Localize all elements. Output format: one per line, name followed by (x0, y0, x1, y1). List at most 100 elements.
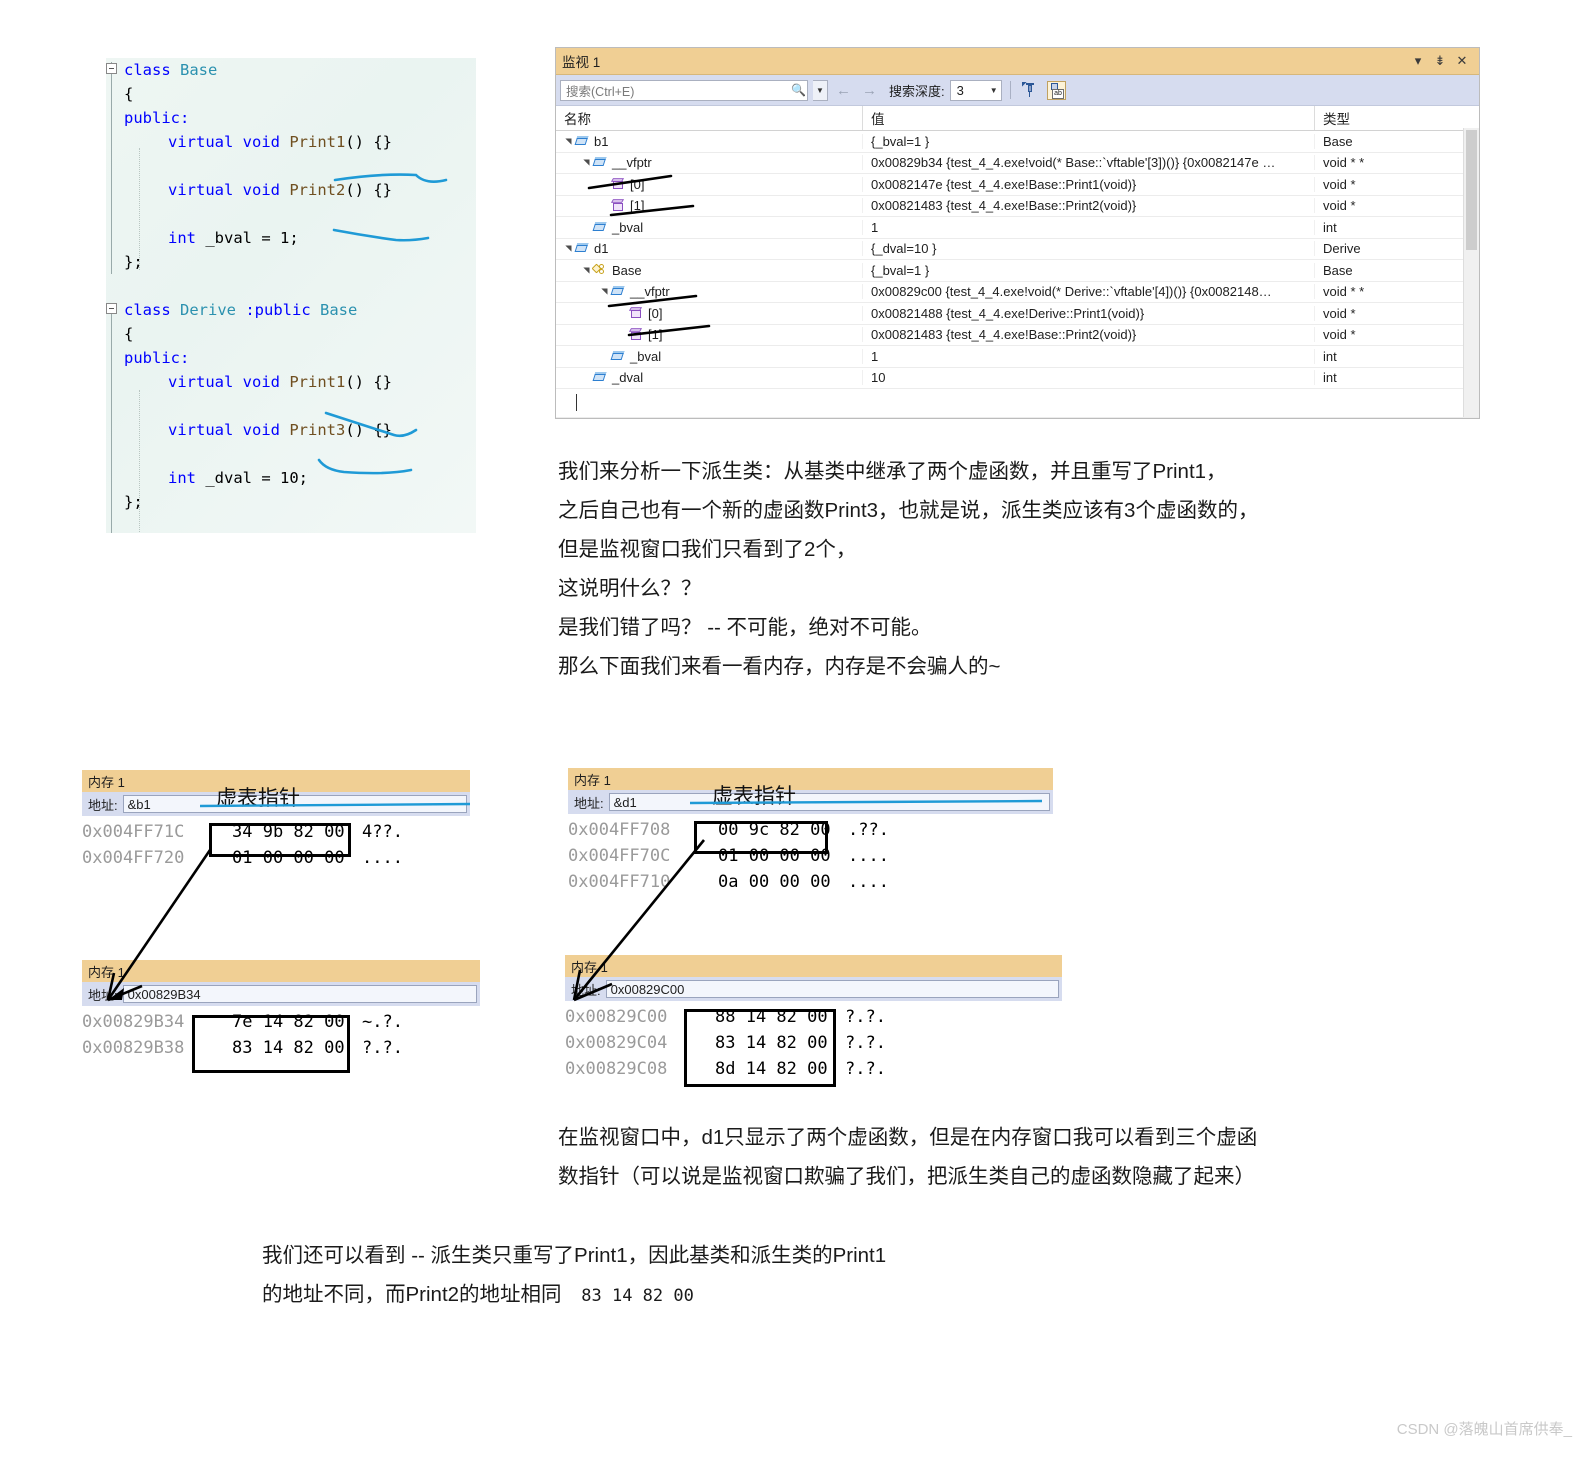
column-header-value[interactable]: 值 (863, 106, 1315, 130)
search-input[interactable]: 搜索(Ctrl+E) 🔍 (560, 79, 808, 101)
search-icon[interactable]: 🔍 (791, 83, 806, 97)
code-line: int _dval = 10; (106, 466, 476, 490)
watch-row[interactable]: ◢[1]0x00821483 {test_4_4.exe!Base::Print… (556, 325, 1479, 346)
prev-result-button[interactable]: ← (833, 82, 854, 99)
memory-row-ascii: .... (362, 848, 403, 868)
column-header-type[interactable]: 类型 (1315, 106, 1479, 130)
watch-row[interactable]: ◢ d1 {_dval=10 } Derive (556, 239, 1479, 260)
address-label: 地址: (88, 797, 118, 813)
address-label: 地址: (574, 795, 604, 811)
code-token: Print1 (289, 373, 346, 391)
watch-row[interactable]: ◢ __vfptr 0x00829c00 {test_4_4.exe!void(* … (556, 282, 1479, 303)
expander-triangle-icon[interactable]: ◢ (582, 157, 591, 169)
watch-row-name-cell[interactable]: ◢[1] (556, 327, 863, 343)
watch-row-name-cell[interactable]: ◢ __vfptr (556, 284, 863, 300)
array-element-icon (628, 328, 644, 341)
code-token: Base (319, 301, 358, 319)
next-result-button[interactable]: → (859, 82, 880, 99)
memory-row-ascii: .??. (848, 820, 889, 840)
watch-row-name-cell[interactable]: ◢ Base (556, 262, 863, 278)
pin-filter-icon[interactable] (1019, 79, 1041, 101)
collapse-icon[interactable] (106, 303, 117, 314)
watch-row-name: _bval (612, 219, 644, 235)
expander-triangle-icon[interactable]: ◢ (600, 286, 609, 298)
watch-row-name: [1] (648, 327, 663, 343)
watch-row-value[interactable]: 10 (863, 370, 1315, 386)
code-line: { (106, 82, 476, 106)
collapse-icon[interactable] (106, 63, 117, 74)
annotation-vtable-pointer-b1: 虚表指针 (216, 787, 300, 810)
watch-row-name-cell[interactable]: ◢ b1 (556, 133, 863, 149)
memory-row-ascii: ?.?. (845, 1033, 886, 1053)
watch-row-value[interactable]: 0x00829c00 {test_4_4.exe!void(* Derive::… (863, 284, 1315, 300)
watch-row-name-cell[interactable]: ◢_bval (556, 219, 863, 235)
code-lines: class Base{public: virtual void Print1() … (106, 58, 476, 514)
watch-row-value[interactable]: 1 (863, 219, 1315, 235)
pin-icon[interactable]: ⇟ (1429, 53, 1451, 69)
paragraph1-line6: 那么下面我们来看一看内存，内存是不会骗人的~ (558, 655, 1001, 678)
watch-row-name-cell[interactable]: ◢[0] (556, 305, 863, 321)
code-line: }; (106, 490, 476, 514)
watch-row-name: _dval (612, 370, 644, 386)
watch-row-name-cell[interactable]: ◢[0] (556, 176, 863, 192)
expander-triangle-icon[interactable]: ◢ (564, 135, 573, 147)
expander-triangle-icon[interactable]: ◢ (564, 243, 573, 255)
watch-row-value[interactable]: {_dval=10 } (863, 241, 1315, 257)
watch-row-value[interactable]: 0x00821483 {test_4_4.exe!Base::Print2(vo… (863, 198, 1315, 214)
watch-row-value[interactable]: 1 (863, 348, 1315, 364)
watch-vertical-scrollbar[interactable] (1463, 128, 1479, 417)
watch-row[interactable]: ◢[1]0x00821483 {test_4_4.exe!Base::Print… (556, 196, 1479, 217)
watch-row-name-cell[interactable]: ◢_bval (556, 348, 863, 364)
column-header-name[interactable]: 名称 (556, 106, 863, 130)
watch-row[interactable]: ◢_bval1 int (556, 346, 1479, 368)
watch-row[interactable]: ◢ b1 {_bval=1 } Base (556, 131, 1479, 153)
code-token: virtual void (168, 133, 290, 151)
address-input[interactable]: 0x00829C00 (605, 980, 1059, 998)
watch-row-name-cell[interactable]: ◢_dval (556, 370, 863, 386)
code-token: _dval = 10; (205, 469, 308, 487)
watch-row-value[interactable]: {_bval=1 } (863, 133, 1315, 149)
watch-row-name-cell[interactable]: ◢ __vfptr (556, 155, 863, 171)
expander-triangle-icon[interactable]: ◢ (582, 264, 591, 276)
address-input[interactable]: &d1 (608, 793, 1050, 811)
search-options-dropdown[interactable]: ▼ (813, 79, 828, 101)
watch-window-title: 监视 1 (562, 55, 601, 70)
watch-row[interactable]: ◢ Base {_bval=1 } Base (556, 260, 1479, 282)
code-token: _bval = 1; (205, 229, 299, 247)
watch-row[interactable]: ◢_bval1 int (556, 217, 1479, 239)
watch-row-type: Derive (1323, 241, 1361, 257)
watch-row[interactable]: ◢ __vfptr 0x00829b34 {test_4_4.exe!void(* … (556, 153, 1479, 174)
watch-row[interactable]: ◢[0]0x0082147e {test_4_4.exe!Base::Print… (556, 174, 1479, 196)
watch-new-expression-row[interactable] (556, 389, 1479, 418)
scrollbar-thumb[interactable] (1466, 130, 1477, 250)
watch-row[interactable]: ◢[0]0x00821488 {test_4_4.exe!Derive::Pri… (556, 303, 1479, 325)
search-depth-select[interactable]: 3 ▼ (949, 79, 1002, 101)
watch-row-type: void * (1323, 327, 1356, 343)
code-token: }; (124, 493, 143, 511)
code-token: }; (124, 253, 143, 271)
watch-row[interactable]: ◢_dval10 int (556, 368, 1479, 389)
watch-row-value[interactable]: 0x00821483 {test_4_4.exe!Base::Print2(vo… (863, 327, 1315, 343)
watch-row-name: b1 (594, 133, 609, 149)
watch-row-value[interactable]: 0x0082147e {test_4_4.exe!Base::Print1(vo… (863, 176, 1315, 192)
hexadecimal-display-icon[interactable]: ab (1046, 79, 1068, 101)
text-caret (576, 394, 577, 411)
watch-row-name-cell[interactable]: ◢ d1 (556, 241, 863, 257)
close-icon[interactable]: ✕ (1451, 53, 1473, 69)
watch-row-value[interactable]: {_bval=1 } (863, 262, 1315, 278)
toolbar-divider (1009, 81, 1011, 99)
chevron-down-icon[interactable]: ▾ (1407, 53, 1429, 69)
watch-row-value[interactable]: 0x00821488 {test_4_4.exe!Derive::Print1(… (863, 305, 1315, 321)
field-icon (574, 135, 590, 148)
watch-row-name-cell[interactable]: ◢[1] (556, 198, 863, 214)
watch-row-value[interactable]: 0x00829b34 {test_4_4.exe!void(* Base::`v… (863, 155, 1315, 171)
address-input[interactable]: 0x00829B34 (122, 985, 477, 1003)
paragraph1-line5: 是我们错了吗？ -- 不可能，绝对不可能。 (558, 616, 932, 639)
watch-row-name: Base (612, 262, 642, 278)
watch-row-name: [0] (648, 305, 663, 321)
code-screenshot: class Base{public: virtual void Print1() … (106, 58, 476, 533)
watch-rows: ◢ b1 {_bval=1 } Base ◢ __vfptr 0x00829b34 {tes… (556, 131, 1479, 389)
watch-row-type: void * (1323, 305, 1356, 321)
